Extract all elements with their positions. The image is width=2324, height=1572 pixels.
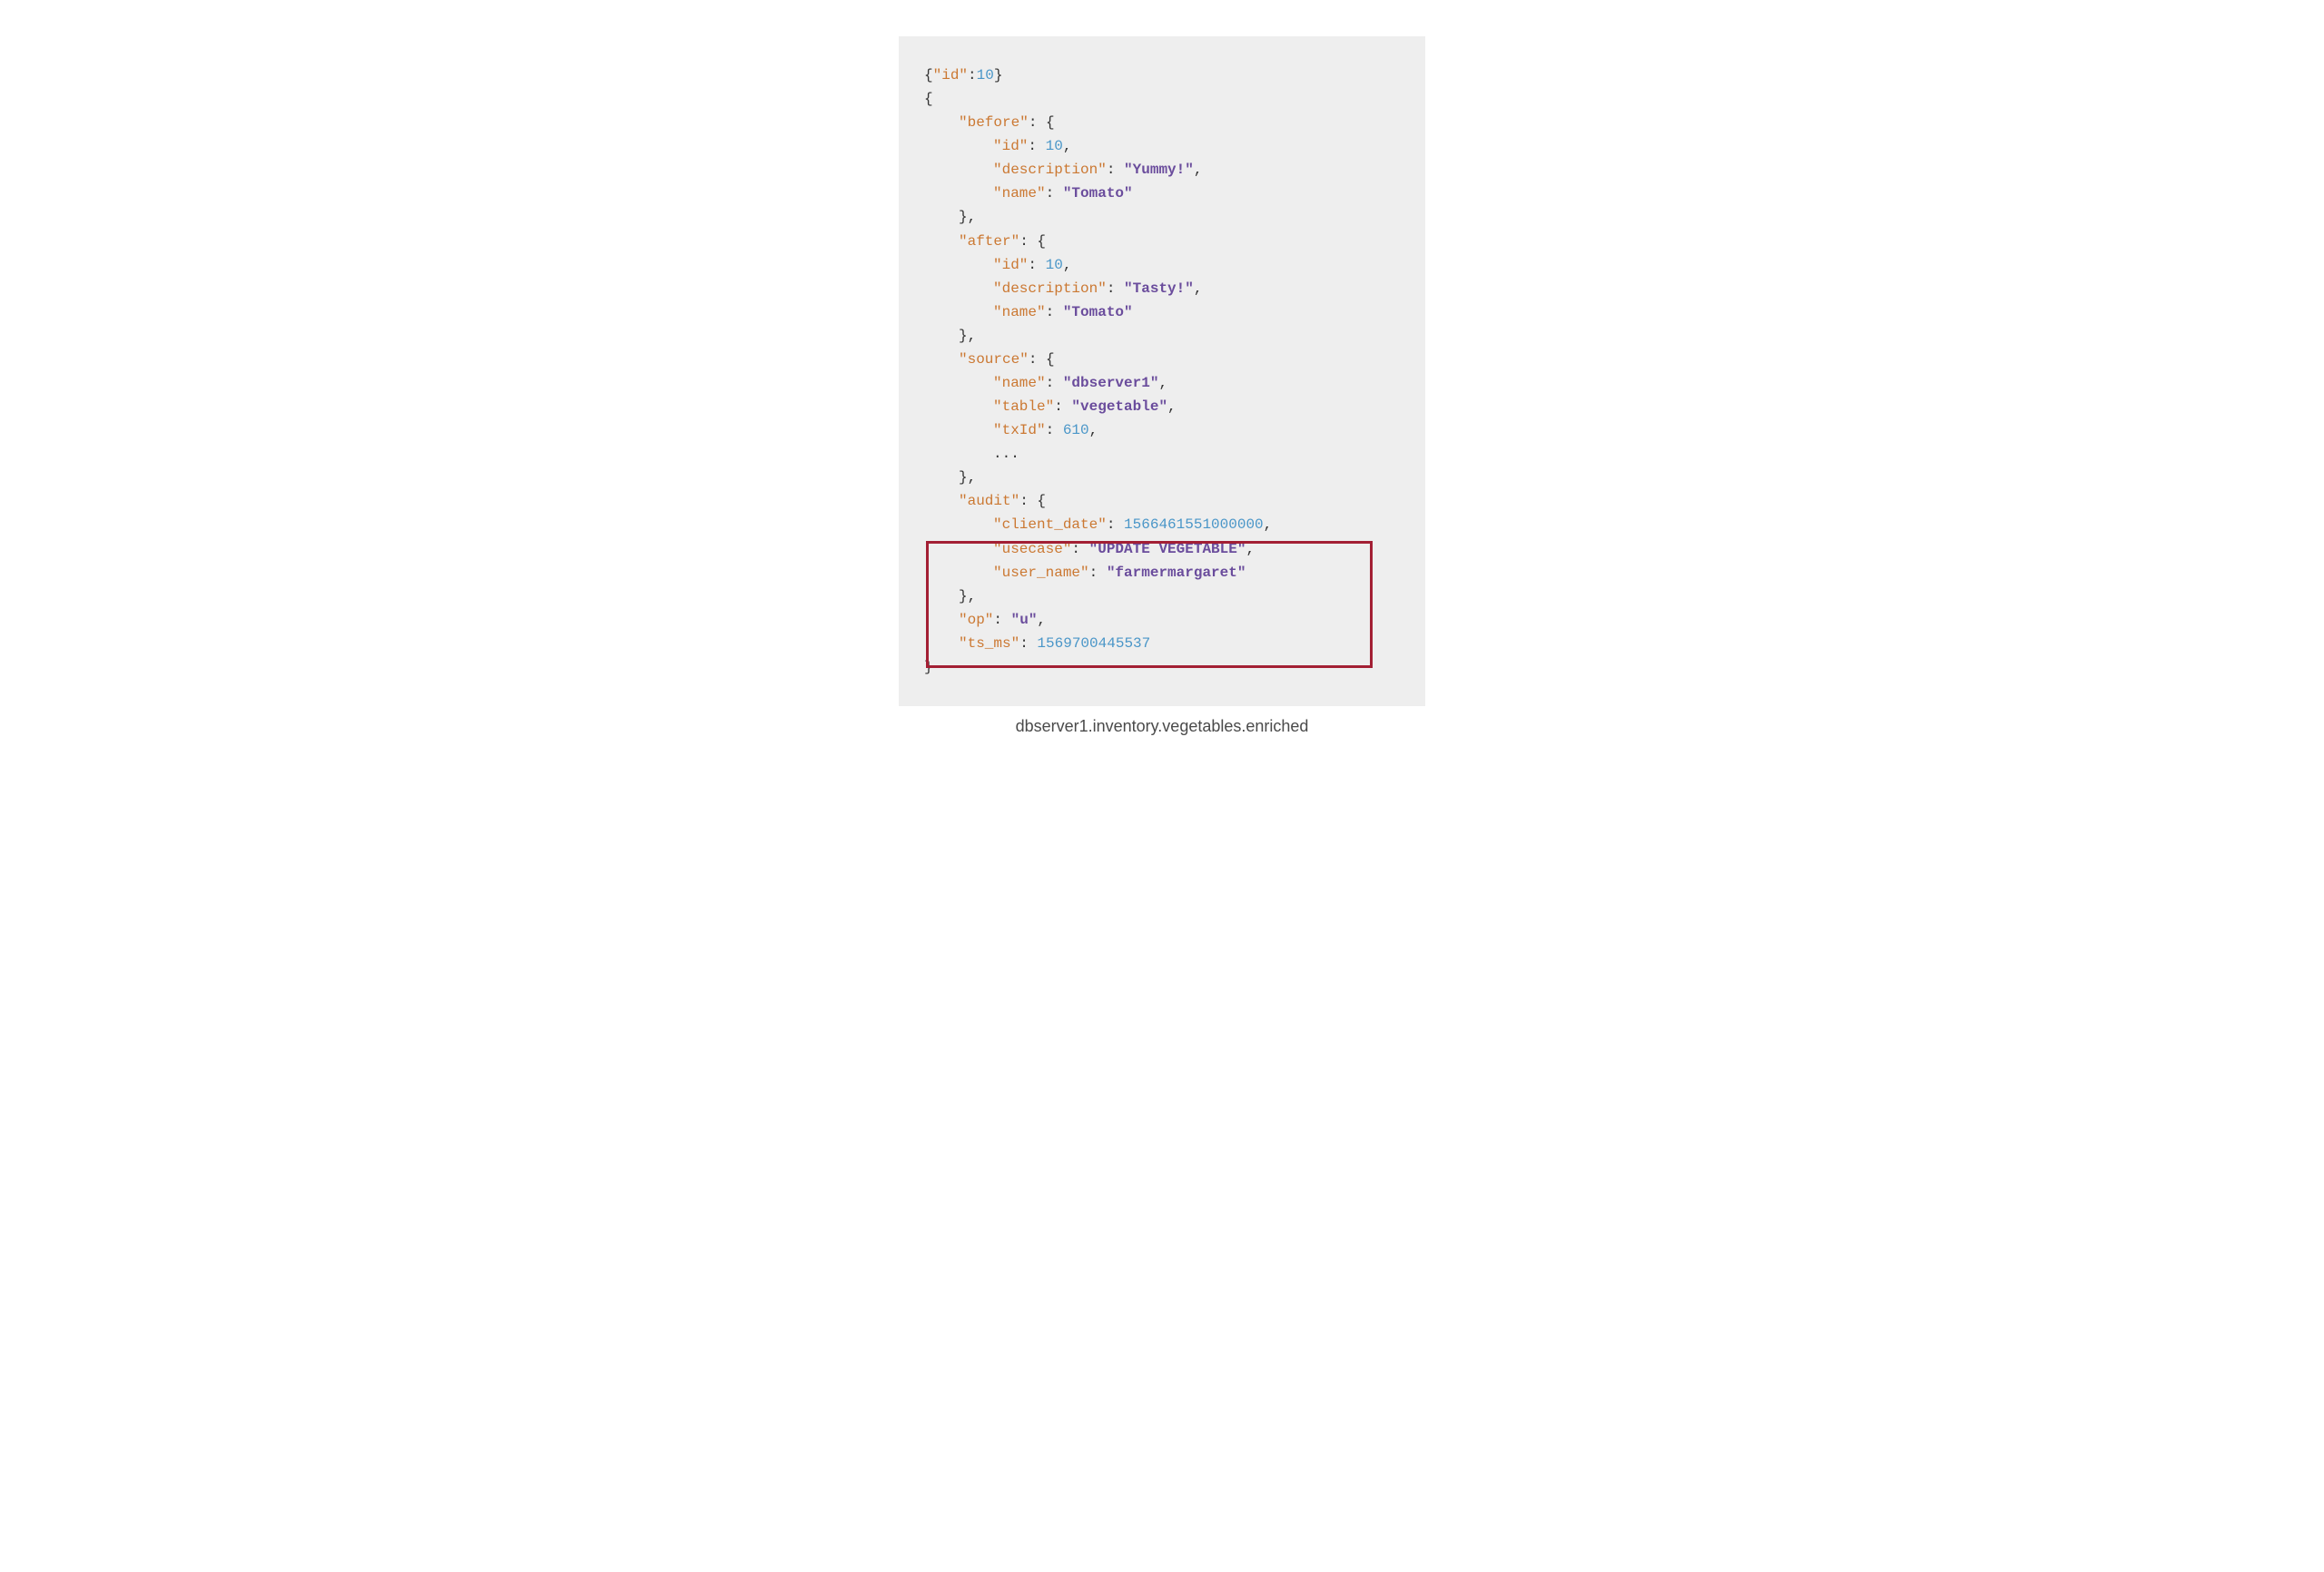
json-key: "name" [993, 304, 1046, 320]
code-line: "source": { [924, 348, 1400, 371]
json-key: "id" [993, 257, 1028, 273]
json-number: 1569700445537 [1037, 635, 1150, 652]
code-line: "client_date": 1566461551000000, [924, 513, 1400, 536]
code-line: "ts_ms": 1569700445537 [924, 632, 1400, 655]
code-line: "after": { [924, 230, 1400, 253]
code-line: "table": "vegetable", [924, 395, 1400, 418]
json-key: "name" [993, 185, 1046, 201]
json-key: "before" [959, 114, 1029, 131]
json-key: "description" [993, 280, 1107, 297]
code-line: "name": "Tomato" [924, 300, 1400, 324]
figure-caption: dbserver1.inventory.vegetables.enriched [899, 717, 1425, 736]
code-line: } [924, 655, 1400, 679]
json-key: "source" [959, 351, 1029, 368]
json-key: "after" [959, 233, 1019, 250]
ellipsis: ... [993, 446, 1019, 462]
json-string: "Tomato" [1063, 185, 1133, 201]
json-string: "UPDATE VEGETABLE" [1089, 541, 1246, 557]
json-key: "name" [993, 375, 1046, 391]
json-number: 10 [977, 67, 994, 84]
code-line: }, [924, 205, 1400, 229]
code-line: ... [924, 442, 1400, 466]
json-string: "Yummy!" [1124, 162, 1194, 178]
code-line: "before": { [924, 111, 1400, 134]
json-key: "usecase" [993, 541, 1071, 557]
code-line: }, [924, 585, 1400, 608]
code-line: "id": 10, [924, 253, 1400, 277]
json-key: "ts_ms" [959, 635, 1019, 652]
json-string: "dbserver1" [1063, 375, 1159, 391]
json-key: "audit" [959, 493, 1019, 509]
json-key: "op" [959, 612, 993, 628]
code-line: {"id":10} [924, 64, 1400, 87]
code-line: { [924, 87, 1400, 111]
json-key: "table" [993, 398, 1054, 415]
code-line: "audit": { [924, 489, 1400, 513]
json-key: "client_date" [993, 516, 1107, 533]
json-string: "Tasty!" [1124, 280, 1194, 297]
code-line: "user_name": "farmermargaret" [924, 561, 1400, 585]
code-line: "description": "Tasty!", [924, 277, 1400, 300]
json-string: "vegetable" [1071, 398, 1167, 415]
json-key: "id" [993, 138, 1028, 154]
json-number: 1566461551000000 [1124, 516, 1264, 533]
code-line: }, [924, 324, 1400, 348]
json-key: "user_name" [993, 565, 1089, 581]
json-number: 610 [1063, 422, 1089, 438]
code-line: }, [924, 466, 1400, 489]
code-line: "op": "u", [924, 608, 1400, 632]
json-number: 10 [1046, 138, 1063, 154]
code-block: {"id":10} { "before": { "id": 10, "descr… [899, 36, 1425, 706]
json-key: "id" [933, 67, 968, 84]
json-key: "txId" [993, 422, 1046, 438]
code-line: "description": "Yummy!", [924, 158, 1400, 182]
json-number: 10 [1046, 257, 1063, 273]
json-key: "description" [993, 162, 1107, 178]
code-line: "usecase": "UPDATE VEGETABLE", [924, 537, 1400, 561]
code-line: "name": "dbserver1", [924, 371, 1400, 395]
code-line: "txId": 610, [924, 418, 1400, 442]
code-line: "name": "Tomato" [924, 182, 1400, 205]
code-line: "id": 10, [924, 134, 1400, 158]
json-string: "Tomato" [1063, 304, 1133, 320]
json-string: "u" [1011, 612, 1038, 628]
json-string: "farmermargaret" [1107, 565, 1246, 581]
